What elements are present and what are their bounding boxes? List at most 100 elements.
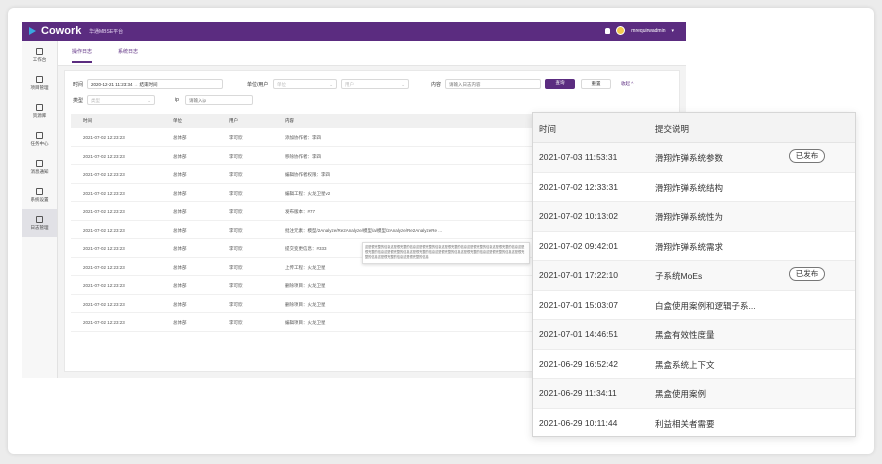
chevron-down-icon: ⌄ <box>401 82 405 87</box>
content-filter-label: 内容 <box>431 82 442 88</box>
bell-icon <box>36 159 43 167</box>
commit-row[interactable]: 2021-06-29 11:34:11 黑盒使用案例 <box>533 379 855 409</box>
collapse-filters-link[interactable]: 收起 ^ <box>621 81 633 87</box>
cell-user: 李可欣 <box>229 264 243 270</box>
document-icon <box>36 75 43 83</box>
user-area: mrequirwadmin ▾ <box>605 26 674 35</box>
reset-button[interactable]: 重置 <box>581 79 611 89</box>
cell-content: 提交变更信息：#333 <box>285 246 327 251</box>
commit-row[interactable]: 2021-07-03 11:53:31 滑翔炸弹系统参数 已发布 <box>533 143 855 173</box>
sidebar-item-resources[interactable]: 资源库 <box>22 97 57 125</box>
sidebar-item-label: 项目管理 <box>30 84 49 90</box>
date-range-picker[interactable]: 2020-12-21 11:23:34 → 结束时间 <box>87 79 223 89</box>
commit-time: 2021-06-29 16:52:42 <box>539 358 618 369</box>
cell-time: 2021-07-02 12:23:23 <box>83 301 125 307</box>
cell-content: 发布版本：#77 <box>285 209 316 214</box>
app-brand: Cowork <box>41 25 82 37</box>
platform-subtitle: 华通MBSE平台 <box>89 29 124 35</box>
cowork-logo-icon <box>29 27 36 35</box>
app-logo[interactable]: Cowork <box>29 25 81 37</box>
ip-input[interactable] <box>185 95 253 105</box>
commit-time: 2021-07-03 11:53:31 <box>539 152 618 162</box>
cell-content: 添加协作者：李四 <box>285 135 321 140</box>
commit-time: 2021-07-02 12:33:31 <box>539 181 618 192</box>
column-header-time: 时间 <box>83 118 92 123</box>
cell-unit: 总体部 <box>173 135 187 140</box>
cell-time: 2021-07-02 12:23:23 <box>83 209 125 214</box>
commit-time: 2021-07-02 09:42:01 <box>539 240 618 251</box>
cell-content: 批注元素：模型/2Analyze/Re2Analyze/模型/a/模型/2Ana… <box>285 227 443 233</box>
cell-user: 李可欣 <box>229 190 243 196</box>
commit-row[interactable]: 2021-07-01 17:22:10 子系统MoEs 已发布 <box>533 261 855 291</box>
chevron-down-icon[interactable]: ▾ <box>671 28 674 34</box>
search-button[interactable]: 查询 <box>545 79 575 89</box>
commit-history-popup: 时间 提交说明 2021-07-03 11:53:31 滑翔炸弹系统参数 已发布… <box>532 112 856 438</box>
commit-time: 2021-07-02 10:13:02 <box>539 211 618 221</box>
type-select[interactable]: 类型 ⌄ <box>87 95 155 105</box>
cell-time: 2021-07-02 12:23:23 <box>83 153 125 159</box>
cell-content: 移除协作者：李四 <box>285 153 321 159</box>
content-search-input[interactable] <box>445 79 541 89</box>
cell-time: 2021-07-02 12:23:23 <box>83 264 125 270</box>
cell-user: 李可欣 <box>229 153 243 159</box>
sidebar-item-workbench[interactable]: 工作台 <box>22 41 57 69</box>
commit-description: 子系统MoEs <box>655 271 703 281</box>
sidebar-item-label: 日志管理 <box>30 224 49 230</box>
commit-time: 2021-06-29 10:11:44 <box>539 417 618 428</box>
column-header-commit-desc: 提交说明 <box>655 124 690 134</box>
current-user-name[interactable]: mrequirwadmin <box>631 28 665 34</box>
clipboard-icon <box>36 131 43 139</box>
cell-user: 李可欣 <box>229 227 243 233</box>
commit-row[interactable]: 2021-07-02 10:13:02 滑翔炸弹系统性为 <box>533 202 855 232</box>
cell-user: 李可欣 <box>229 320 243 325</box>
avatar[interactable] <box>616 26 626 35</box>
user-select[interactable]: 用户 ⌄ <box>341 79 409 89</box>
commit-time: 2021-07-01 17:22:10 <box>539 270 618 280</box>
cell-user: 李可欣 <box>229 246 243 251</box>
commit-row[interactable]: 2021-06-29 10:11:44 利益相关者需要 <box>533 409 855 438</box>
column-header-commit-time: 时间 <box>539 124 557 134</box>
commit-row[interactable]: 2021-07-01 15:03:07 白盒使用案例和逻辑子系... <box>533 291 855 320</box>
time-filter-label: 时间 <box>73 82 84 88</box>
cell-time: 2021-07-02 12:23:23 <box>83 246 125 251</box>
top-bar: Cowork 华通MBSE平台 mrequirwadmin ▾ <box>22 22 686 41</box>
user-select-placeholder: 用户 <box>345 82 354 87</box>
cell-content: 删除项目：火龙卫星 <box>285 283 326 288</box>
commit-row[interactable]: 2021-07-02 09:42:01 滑翔炸弹系统需求 <box>533 232 855 261</box>
unit-select[interactable]: 单位 ⌄ <box>273 79 337 89</box>
cube-icon <box>36 103 43 111</box>
sidebar-item-label: 工作台 <box>32 56 47 62</box>
sidebar-item-logs[interactable]: 日志管理 <box>22 209 57 237</box>
sidebar-item-messages[interactable]: 消息通知 <box>22 153 57 181</box>
log-tabs: 操作日志 系统日志 <box>58 41 686 66</box>
commit-row[interactable]: 2021-06-29 16:52:42 黑盒系统上下文 <box>533 350 855 379</box>
cell-content: 编辑协作者权限：李四 <box>285 172 330 177</box>
cell-time: 2021-07-02 12:23:23 <box>83 283 125 288</box>
cell-user: 李可欣 <box>229 209 243 214</box>
sidebar-item-projects[interactable]: 项目管理 <box>22 69 57 97</box>
tab-system-log[interactable]: 系统日志 <box>118 48 138 55</box>
sidebar-item-label: 系统设置 <box>30 196 49 202</box>
end-date-placeholder: 结束时间 <box>139 82 158 87</box>
cell-unit: 总体部 <box>173 153 187 159</box>
start-date-value: 2020-12-21 11:23:34 <box>91 82 133 87</box>
cell-time: 2021-07-02 12:23:23 <box>83 172 125 177</box>
commit-row[interactable]: 2021-07-02 12:33:31 滑翔炸弹系统结构 <box>533 173 855 202</box>
cell-user: 李可欣 <box>229 172 243 177</box>
sidebar-item-tasks[interactable]: 任务中心 <box>22 125 57 153</box>
column-header-content: 内容 <box>285 118 294 123</box>
commit-description: 滑翔炸弹系统参数 <box>655 153 724 163</box>
cell-user: 李可欣 <box>229 301 243 307</box>
cell-unit: 总体部 <box>173 320 187 325</box>
sidebar-item-label: 消息通知 <box>30 168 49 174</box>
commit-row[interactable]: 2021-07-01 14:46:51 黑盒有效性度量 <box>533 320 855 350</box>
cell-time: 2021-07-02 12:23:23 <box>83 320 125 325</box>
chevron-down-icon: ⌄ <box>329 82 333 87</box>
cell-user: 李可欣 <box>229 283 243 288</box>
commit-time: 2021-07-01 15:03:07 <box>539 299 618 310</box>
sidebar-item-settings[interactable]: 系统设置 <box>22 181 57 209</box>
sidebar: 工作台 项目管理 资源库 任务中心 消息通知 系统设置 日志管理 <box>22 41 58 378</box>
tab-operation-log[interactable]: 操作日志 <box>72 48 93 63</box>
commit-description: 滑翔炸弹系统性为 <box>655 212 724 222</box>
notification-bell-icon[interactable] <box>605 27 611 34</box>
